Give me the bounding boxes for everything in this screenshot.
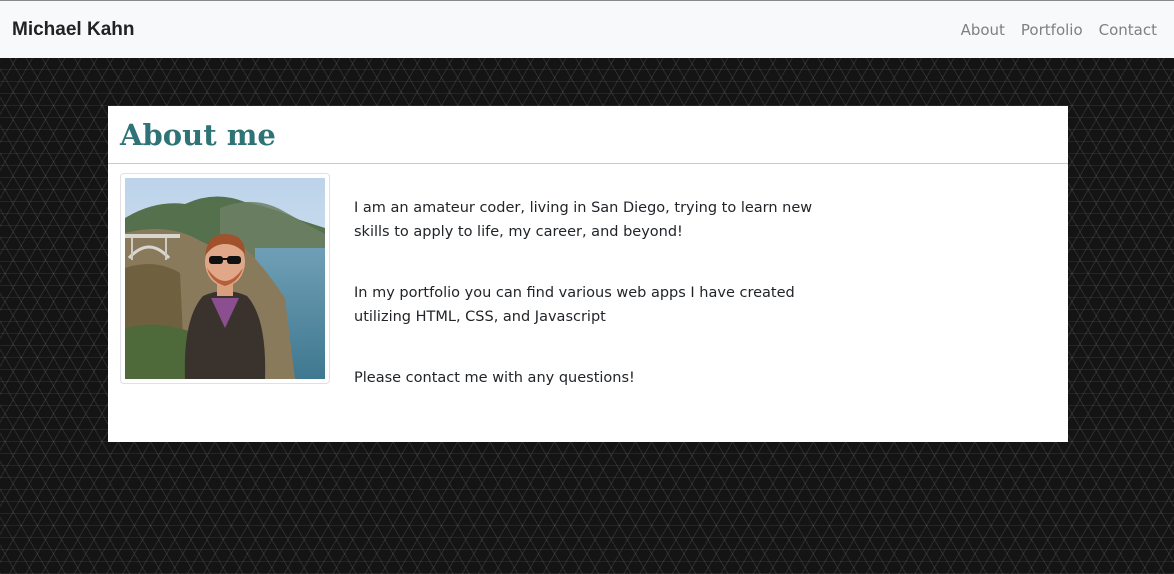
nav-links: About Portfolio Contact — [961, 21, 1157, 39]
profile-photo — [125, 178, 325, 379]
about-paragraph-contact: Please contact me with any questions! — [354, 370, 635, 386]
about-text: I am an amateur coder, living in San Die… — [354, 197, 824, 391]
about-card: About me I am an amateur coder, living i… — [108, 106, 1068, 442]
nav-link-contact[interactable]: Contact — [1099, 21, 1157, 39]
about-paragraph-portfolio: In my portfolio you can find various web… — [354, 285, 795, 325]
about-paragraph-intro: I am an amateur coder, living in San Die… — [354, 200, 813, 240]
page-title: About me — [120, 118, 276, 152]
nav-link-about[interactable]: About — [961, 21, 1005, 39]
profile-photo-frame — [120, 173, 330, 384]
navbar: Michael Kahn About Portfolio Contact — [0, 0, 1174, 58]
brand-link[interactable]: Michael Kahn — [12, 19, 134, 41]
card-header: About me — [108, 106, 1068, 164]
nav-link-portfolio[interactable]: Portfolio — [1021, 21, 1083, 39]
